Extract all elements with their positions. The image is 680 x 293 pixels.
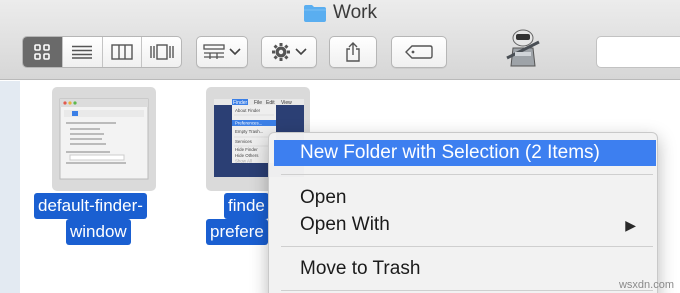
folder-icon xyxy=(304,4,326,22)
menu-item-open-with-label: Open With xyxy=(300,214,390,235)
menu-separator xyxy=(281,246,653,247)
toolbar xyxy=(0,29,680,70)
chevron-down-icon xyxy=(229,48,241,56)
tags-button[interactable] xyxy=(391,36,447,68)
thumb-menu-item-hide-others: Hide Others xyxy=(235,153,259,158)
arrange-icon xyxy=(203,44,225,59)
window-title: Work xyxy=(0,2,680,24)
file-name-line2[interactable]: window xyxy=(66,219,131,245)
arrange-button[interactable] xyxy=(196,36,248,68)
columns-icon xyxy=(111,44,133,60)
watermark: wsxdn.com xyxy=(618,279,674,291)
menu-item-new-folder-with-selection[interactable]: New Folder with Selection (2 Items) xyxy=(274,140,656,166)
search-field[interactable] xyxy=(596,36,680,68)
cover-flow-icon xyxy=(149,44,174,60)
menu-item-move-to-trash[interactable]: Move to Trash xyxy=(274,256,656,282)
chevron-down-icon xyxy=(295,48,307,56)
menu-item-open[interactable]: Open xyxy=(274,185,656,211)
share-button[interactable] xyxy=(329,36,377,68)
column-view-button[interactable] xyxy=(103,37,143,67)
thumb-menu-item-show-all: Show All xyxy=(235,159,252,164)
file-thumbnail-selection-bg[interactable] xyxy=(52,87,156,191)
menu-separator xyxy=(281,174,653,175)
window-title-text: Work xyxy=(333,2,377,23)
sidebar-edge xyxy=(0,81,20,293)
menu-item-open-with[interactable]: Open With ▶ xyxy=(274,212,656,238)
submenu-arrow-icon: ▶ xyxy=(625,217,636,233)
action-button[interactable] xyxy=(261,36,317,68)
thumb-menu-item-hide-finder: Hide Finder xyxy=(235,147,258,152)
robot-icon xyxy=(506,29,540,67)
list-view-button[interactable] xyxy=(63,37,103,67)
context-menu: New Folder with Selection (2 Items) Open… xyxy=(268,132,658,293)
menu-separator xyxy=(281,290,653,291)
file-name-line2[interactable]: prefere xyxy=(206,219,268,245)
thumb-menu-view: View xyxy=(281,100,292,106)
gear-icon xyxy=(272,43,290,61)
grid-icon xyxy=(34,44,51,60)
icon-view-button[interactable] xyxy=(23,37,63,67)
view-mode-control xyxy=(22,36,182,68)
thumb-menu-item-about: About Finder xyxy=(235,108,261,113)
share-icon xyxy=(346,42,360,62)
automator-icon[interactable] xyxy=(503,28,543,70)
cover-flow-view-button[interactable] xyxy=(142,37,181,67)
file-name-line1[interactable]: default-finder- xyxy=(34,193,147,219)
thumb-menu-item-services: Services xyxy=(235,139,253,144)
window-titlebar: Work xyxy=(0,0,680,80)
thumb-menu-item-preferences: Preferences... xyxy=(235,121,262,126)
file-name-line1[interactable]: finde xyxy=(224,193,269,219)
finder-preferences-window-thumbnail xyxy=(59,98,149,180)
list-icon xyxy=(72,45,93,59)
tag-icon xyxy=(405,45,433,59)
thumb-menu-item-empty-trash: Empty Trash... xyxy=(235,129,263,134)
